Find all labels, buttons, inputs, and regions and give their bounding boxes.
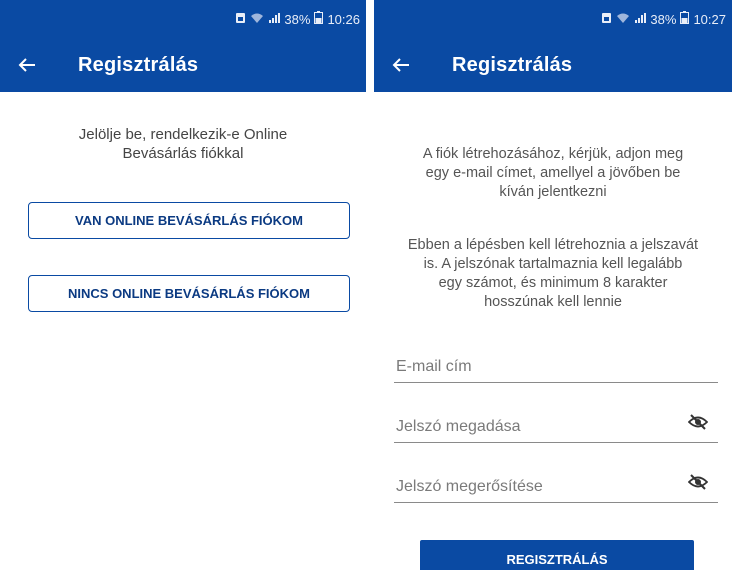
page-title: Regisztrálás	[78, 54, 199, 76]
account-prompt: Jelölje be, rendelkezik-e Online Bevásár…	[0, 125, 366, 163]
prompt-line: Bevásárlás fiókkal	[122, 145, 244, 162]
sim-icon	[601, 12, 612, 27]
signal-icon	[634, 12, 647, 27]
confirm-password-field[interactable]: Jelszó megerősítése	[394, 466, 718, 503]
email-info-text: A fiók létrehozásához, kérjük, adjon meg…	[388, 145, 718, 202]
email-field[interactable]: E-mail cím	[394, 346, 718, 383]
left-screen: 38% 10:26 Regisztrálás Jelölje be, rende…	[0, 0, 366, 570]
wifi-icon	[250, 12, 264, 27]
password-placeholder: Jelszó megadása	[396, 418, 521, 435]
status-bar: 38% 10:27	[374, 0, 732, 40]
battery-icon	[680, 11, 690, 27]
register-button[interactable]: REGISZTRÁLÁS	[420, 540, 694, 570]
app-bar: Regisztrálás	[374, 40, 732, 92]
info-line: Ebben a lépésben kell létrehoznia a jels…	[407, 237, 699, 253]
info-line: egy számot, és minimum 8 karakter	[438, 275, 668, 291]
right-screen: 38% 10:27 Regisztrálás A fiók létrehozás…	[374, 0, 732, 570]
battery-percent: 38%	[650, 11, 677, 27]
confirm-password-placeholder: Jelszó megerősítése	[396, 478, 543, 495]
info-line: A fiók létrehozásához, kérjük, adjon meg	[422, 146, 684, 162]
password-info-text: Ebben a lépésben kell létrehoznia a jels…	[388, 236, 718, 312]
no-account-button[interactable]: NINCS ONLINE BEVÁSÁRLÁS FIÓKOM	[28, 275, 350, 312]
info-line: kíván jelentkezni	[499, 184, 607, 200]
info-line: is. A jelszónak tartalmaznia kell legalá…	[423, 256, 683, 272]
visibility-off-icon[interactable]	[687, 414, 709, 435]
app-bar: Regisztrálás	[0, 40, 366, 92]
back-arrow-icon[interactable]	[14, 52, 40, 78]
clock: 10:26	[327, 11, 360, 27]
email-placeholder: E-mail cím	[396, 358, 472, 375]
wifi-icon	[616, 12, 630, 27]
page-title: Regisztrálás	[452, 54, 573, 76]
back-arrow-icon[interactable]	[388, 52, 414, 78]
signal-icon	[268, 12, 281, 27]
status-bar: 38% 10:26	[0, 0, 366, 40]
battery-percent: 38%	[284, 11, 311, 27]
sim-icon	[235, 12, 246, 27]
visibility-off-icon[interactable]	[687, 474, 709, 495]
clock: 10:27	[693, 11, 726, 27]
have-account-button[interactable]: VAN ONLINE BEVÁSÁRLÁS FIÓKOM	[28, 202, 350, 239]
info-line: egy e-mail címet, amellyel a jövőben be	[425, 165, 681, 181]
battery-icon	[314, 11, 324, 27]
screen-divider	[366, 0, 374, 570]
info-line: hosszúnak kell lennie	[484, 294, 622, 310]
password-field[interactable]: Jelszó megadása	[394, 406, 718, 443]
prompt-line: Jelölje be, rendelkezik-e Online	[78, 126, 288, 143]
